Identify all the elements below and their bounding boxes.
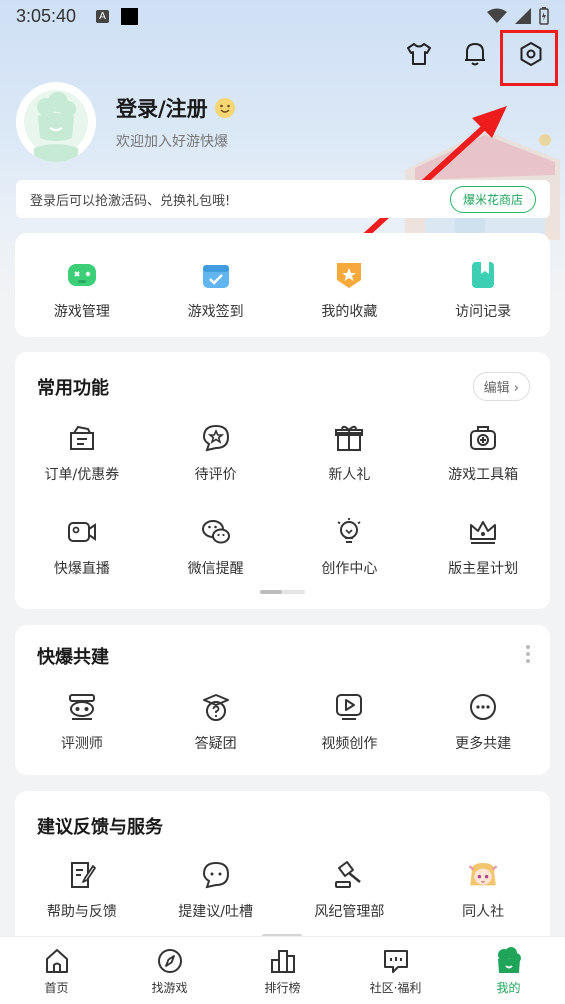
- edit-button[interactable]: 编辑 ›: [472, 372, 530, 401]
- creator-center-item[interactable]: 创作中心: [283, 516, 417, 578]
- profile-section[interactable]: 登录/注册 欢迎加入好游快爆: [16, 82, 236, 162]
- anime-avatar-icon: [467, 859, 499, 891]
- community-icon: [383, 950, 408, 973]
- battery-icon: [539, 7, 549, 25]
- tshirt-icon[interactable]: [403, 38, 435, 70]
- moderator-star-plan-item[interactable]: 版主星计划: [416, 516, 550, 578]
- common-functions-title: 常用功能: [37, 378, 109, 399]
- play-video-icon: [333, 691, 365, 723]
- service-card: 建议反馈与服务 帮助与反馈 提建议/吐槽 风纪管理部 同人社: [15, 791, 550, 951]
- login-register-label: 登录/注册: [116, 97, 208, 121]
- avatar[interactable]: [16, 82, 96, 162]
- live-stream-item[interactable]: 快爆直播: [15, 516, 149, 578]
- tab-find-games[interactable]: 找游戏: [113, 937, 226, 1004]
- chat-bubble-icon: [200, 859, 232, 891]
- gift-icon: [333, 422, 365, 454]
- cobuild-title: 快爆共建: [37, 647, 109, 668]
- bottom-tab-bar: 首页 找游戏 排行榜 社区·福利 我的: [0, 936, 565, 1004]
- newcomer-gift-item[interactable]: 新人礼: [283, 422, 417, 484]
- video-camera-icon: [66, 516, 98, 548]
- game-management-item[interactable]: 游戏管理: [15, 259, 149, 321]
- reviewer-item[interactable]: 评测师: [15, 691, 149, 753]
- more-icon: [467, 691, 499, 723]
- suggestion-item[interactable]: 提建议/吐槽: [149, 859, 283, 921]
- cobuild-card: 快爆共建 评测师 答疑团 视频创作 更多共建: [15, 625, 550, 775]
- crown-icon: [467, 516, 499, 548]
- notification-a-icon: A: [96, 9, 110, 23]
- status-time: 3:05:40: [16, 5, 77, 26]
- calendar-check-icon: [200, 259, 232, 291]
- wifi-icon: [487, 8, 507, 23]
- notice-text: 登录后可以抢激活码、兑换礼包哦!: [30, 193, 231, 209]
- lightbulb-icon: [333, 516, 365, 548]
- fan-club-item[interactable]: 同人社: [416, 859, 550, 921]
- game-toolbox-item[interactable]: 游戏工具箱: [416, 422, 550, 484]
- game-checkin-item[interactable]: 游戏签到: [149, 259, 283, 321]
- service-title: 建议反馈与服务: [37, 817, 163, 838]
- home-icon: [45, 949, 68, 973]
- wechat-reminder-item[interactable]: 微信提醒: [149, 516, 283, 578]
- order-coupon-icon: [66, 422, 98, 454]
- quick-actions-card: 游戏管理 游戏签到 我的收藏 访问记录: [15, 233, 550, 337]
- star-badge-icon: [333, 259, 365, 291]
- notification-square-icon: [121, 7, 139, 25]
- signal-icon: [515, 8, 531, 24]
- smile-emoji-icon: [214, 98, 235, 118]
- bookmark-icon: [467, 259, 499, 291]
- profile-icon: [497, 947, 521, 973]
- discipline-dept-item[interactable]: 风纪管理部: [283, 859, 417, 921]
- tab-mine[interactable]: 我的: [452, 937, 565, 1004]
- my-favorites-item[interactable]: 我的收藏: [283, 259, 417, 321]
- compass-icon: [157, 949, 182, 973]
- bell-icon[interactable]: [459, 38, 491, 70]
- reviewer-icon: [66, 691, 98, 723]
- order-coupon-item[interactable]: 订单/优惠券: [15, 422, 149, 484]
- toolbox-icon: [467, 422, 499, 454]
- tab-home[interactable]: 首页: [0, 937, 113, 1004]
- welcome-subtitle: 欢迎加入好游快爆: [116, 134, 228, 150]
- video-creation-item[interactable]: 视频创作: [283, 691, 417, 753]
- gavel-icon: [333, 859, 365, 891]
- settings-highlight-box: [500, 30, 558, 86]
- login-register-title[interactable]: 登录/注册: [116, 93, 236, 123]
- pending-review-item[interactable]: 待评价: [149, 422, 283, 484]
- common-functions-card: 常用功能 编辑 › 订单/优惠券 待评价 新人礼 游戏工具箱 快爆直播 微信提醒…: [15, 352, 550, 609]
- gamepad-icon: [66, 259, 98, 291]
- popcorn-shop-button[interactable]: 爆米花商店: [449, 185, 536, 213]
- tab-community-benefits[interactable]: 社区·福利: [339, 937, 452, 1004]
- feedback-note-icon: [66, 859, 98, 891]
- status-bar: 3:05:40 A: [0, 0, 565, 32]
- tab-rankings[interactable]: 排行榜: [226, 937, 339, 1004]
- help-feedback-item[interactable]: 帮助与反馈: [15, 859, 149, 921]
- carnival-illustration: [405, 130, 560, 240]
- question-cap-icon: [200, 691, 232, 723]
- more-cobuild-item[interactable]: 更多共建: [416, 691, 550, 753]
- ranking-icon: [270, 950, 295, 973]
- more-options-icon[interactable]: [526, 645, 530, 663]
- page-indicator: [260, 590, 305, 594]
- wechat-icon: [200, 516, 232, 548]
- star-comment-icon: [200, 422, 232, 454]
- login-notice-banner[interactable]: 登录后可以抢激活码、兑换礼包哦! 爆米花商店: [16, 180, 550, 218]
- qa-team-item[interactable]: 答疑团: [149, 691, 283, 753]
- visit-history-item[interactable]: 访问记录: [416, 259, 550, 321]
